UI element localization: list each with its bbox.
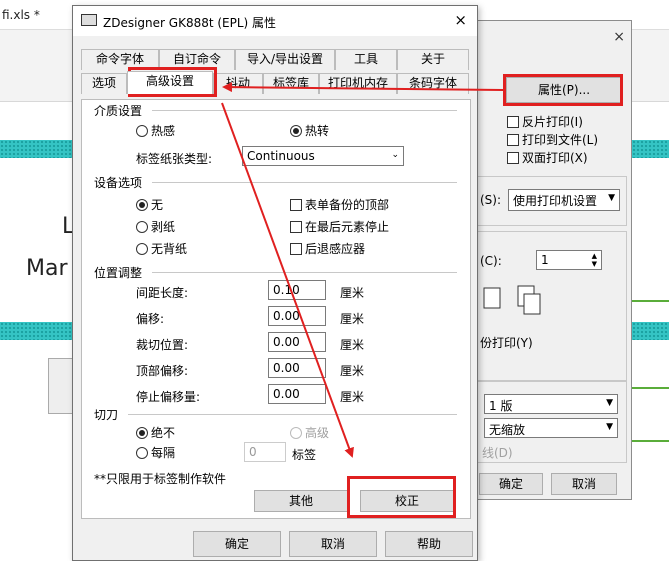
arrow-to-advanced-tab bbox=[222, 82, 504, 93]
annotation-arrows bbox=[221, 82, 504, 458]
arrow-to-calibrate bbox=[221, 102, 354, 458]
tab-advanced-settings[interactable]: 高级设置 bbox=[127, 71, 213, 94]
